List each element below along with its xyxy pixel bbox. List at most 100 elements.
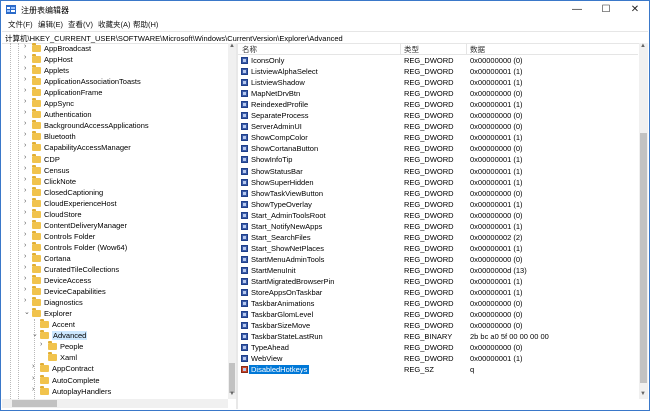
chevron-right-icon[interactable]: › [24, 209, 26, 216]
value-row[interactable]: ReindexedProfile REG_DWORD 0x00000001 (1) [238, 99, 638, 110]
menu-edit[interactable]: 编辑(E) [38, 19, 63, 30]
chevron-right-icon[interactable]: › [24, 187, 26, 194]
value-row[interactable]: TaskbarGlomLevel REG_DWORD 0x00000000 (0) [238, 309, 638, 320]
value-row[interactable]: StoreAppsOnTaskbar REG_DWORD 0x00000001 (1… [238, 287, 638, 298]
value-row[interactable]: ShowStatusBar REG_DWORD 0x00000001 (1) [238, 166, 638, 177]
close-button[interactable]: ✕ [621, 1, 649, 18]
menu-help[interactable]: 帮助(H) [133, 19, 158, 30]
tree-item[interactable]: › AppSync [2, 98, 228, 109]
tree-item[interactable]: ⌄ Advanced [2, 330, 228, 341]
tree-item[interactable]: › Applets [2, 65, 228, 76]
chevron-right-icon[interactable]: › [24, 154, 26, 161]
column-name-header[interactable]: 名称 [242, 44, 257, 55]
chevron-right-icon[interactable]: › [24, 242, 26, 249]
scroll-up-icon[interactable]: ▲ [229, 43, 235, 49]
tree-vertical-scrollbar[interactable]: ▲ ▼ [228, 43, 236, 399]
tree-item[interactable]: › ApplicationFrame [2, 87, 228, 98]
value-row[interactable]: ListviewShadow REG_DWORD 0x00000001 (1) [238, 77, 638, 88]
menu-favorites[interactable]: 收藏夹(A) [98, 19, 131, 30]
tree-item[interactable]: › DeviceCapabilities [2, 286, 228, 297]
scroll-up-icon[interactable]: ▲ [640, 43, 646, 49]
list-vertical-scrollbar[interactable]: ▲ ▼ [639, 43, 648, 399]
value-row[interactable]: SeparateProcess REG_DWORD 0x00000000 (0) [238, 110, 638, 121]
tree-item[interactable]: › ApplicationAssociationToasts [2, 76, 228, 87]
tree-item[interactable]: › Cortana [2, 252, 228, 264]
value-row[interactable]: ShowCompColor REG_DWORD 0x00000001 (1) [238, 132, 638, 143]
tree-item[interactable]: ⌄ Explorer [2, 308, 228, 319]
tree-horizontal-scrollbar[interactable] [2, 399, 228, 408]
column-data-header[interactable]: 数据 [470, 44, 485, 55]
tree-item[interactable]: Accent [2, 319, 228, 330]
value-row[interactable]: WebView REG_DWORD 0x00000001 (1) [238, 353, 638, 364]
value-row[interactable]: ServerAdminUI REG_DWORD 0x00000000 (0) [238, 121, 638, 132]
value-row[interactable]: TaskbarSizeMove REG_DWORD 0x00000000 (0) [238, 320, 638, 331]
tree-scroll-thumb[interactable] [229, 363, 235, 393]
tree-item[interactable]: › AppHost [2, 54, 228, 65]
tree-item[interactable]: › Controls Folder (Wow64) [2, 241, 228, 253]
value-row[interactable]: ListviewAlphaSelect REG_DWORD 0x00000001 (… [238, 66, 638, 77]
list-scroll-thumb[interactable] [640, 133, 647, 383]
menu-view[interactable]: 查看(V) [68, 19, 93, 30]
tree-hscroll-thumb[interactable] [12, 400, 57, 407]
chevron-right-icon[interactable]: › [24, 253, 26, 260]
chevron-right-icon[interactable]: › [24, 109, 26, 116]
tree-item[interactable]: › CloudExperienceHost [2, 197, 228, 209]
tree-item[interactable]: Xaml [2, 352, 228, 363]
chevron-right-icon[interactable]: › [24, 231, 26, 238]
tree-item[interactable]: › DeviceAccess [2, 275, 228, 286]
tree-item[interactable]: › ClickNote [2, 175, 228, 187]
chevron-right-icon[interactable]: › [24, 87, 26, 94]
value-row[interactable]: Start_AdminToolsRoot REG_DWORD 0x00000000 … [238, 210, 638, 221]
scroll-down-icon[interactable]: ▼ [640, 391, 646, 397]
tree-item[interactable]: › ClosedCaptioning [2, 186, 228, 198]
chevron-right-icon[interactable]: › [24, 198, 26, 205]
value-row[interactable]: ShowInfoTip REG_DWORD 0x00000001 (1) [238, 154, 638, 165]
chevron-right-icon[interactable]: › [24, 65, 26, 72]
tree-item[interactable]: › CapabilityAccessManager [2, 142, 228, 153]
tree-item[interactable]: › AppBroadcast [2, 43, 228, 54]
maximize-button[interactable]: ☐ [592, 1, 620, 18]
menu-file[interactable]: 文件(F) [8, 19, 33, 30]
tree-item[interactable]: › People [2, 341, 228, 352]
value-row[interactable]: StartMigratedBrowserPin REG_DWORD 0x000000… [238, 276, 638, 287]
tree-item[interactable]: › CuratedTileCollections [2, 264, 228, 275]
chevron-right-icon[interactable]: › [24, 120, 26, 127]
tree-item[interactable]: › Census [2, 164, 228, 176]
chevron-right-icon[interactable]: › [24, 54, 26, 61]
scroll-down-icon[interactable]: ▼ [229, 391, 235, 397]
value-row[interactable]: StartMenuInit REG_DWORD 0x0000000d (13) [238, 265, 638, 276]
value-row[interactable]: TaskbarStateLastRun REG_BINARY 2b bc a0 5f… [238, 331, 638, 342]
tree-item[interactable]: › Authentication [2, 109, 228, 120]
chevron-right-icon[interactable]: › [24, 264, 26, 271]
column-type-header[interactable]: 类型 [404, 44, 419, 55]
tree-item[interactable]: › Controls Folder [2, 230, 228, 242]
chevron-right-icon[interactable]: › [40, 341, 42, 348]
tree-item[interactable]: › BackgroundAccessApplications [2, 120, 228, 131]
tree-item[interactable]: › Bluetooth [2, 131, 228, 142]
chevron-right-icon[interactable]: › [24, 43, 26, 50]
minimize-button[interactable]: — [563, 1, 591, 18]
value-row[interactable]: Start_NotifyNewApps REG_DWORD 0x00000001 (… [238, 221, 638, 232]
chevron-right-icon[interactable]: › [24, 142, 26, 149]
chevron-right-icon[interactable]: › [24, 176, 26, 183]
tree-item[interactable]: › ContentDeliveryManager [2, 219, 228, 231]
chevron-right-icon[interactable]: › [24, 297, 26, 304]
value-row[interactable]: Start_SearchFiles REG_DWORD 0x00000002 (2) [238, 232, 638, 243]
value-row[interactable]: MapNetDrvBtn REG_DWORD 0x00000000 (0) [238, 88, 638, 99]
chevron-right-icon[interactable]: › [24, 275, 26, 282]
value-row[interactable]: ShowCortanaButton REG_DWORD 0x00000000 (0) [238, 143, 638, 154]
chevron-right-icon[interactable]: › [24, 286, 26, 293]
value-row[interactable]: TaskbarAnimations REG_DWORD 0x00000000 (0) [238, 298, 638, 309]
chevron-right-icon[interactable]: › [24, 220, 26, 227]
value-row[interactable]: ShowTaskViewButton REG_DWORD 0x00000000 (0… [238, 188, 638, 199]
chevron-right-icon[interactable]: › [24, 76, 26, 83]
chevron-right-icon[interactable]: › [24, 98, 26, 105]
value-row[interactable]: DisabledHotkeys REG_SZ q [238, 364, 638, 375]
chevron-right-icon[interactable]: › [24, 165, 26, 172]
tree-item[interactable]: › AutoComplete [2, 374, 228, 386]
tree-item[interactable]: › AutoplayHandlers [2, 385, 228, 397]
value-row[interactable]: StartMenuAdminTools REG_DWORD 0x00000000 (… [238, 254, 638, 265]
tree-item[interactable]: › CDP [2, 153, 228, 165]
value-row[interactable]: IconsOnly REG_DWORD 0x00000000 (0) [238, 55, 638, 66]
tree-item[interactable]: › Diagnostics [2, 297, 228, 308]
